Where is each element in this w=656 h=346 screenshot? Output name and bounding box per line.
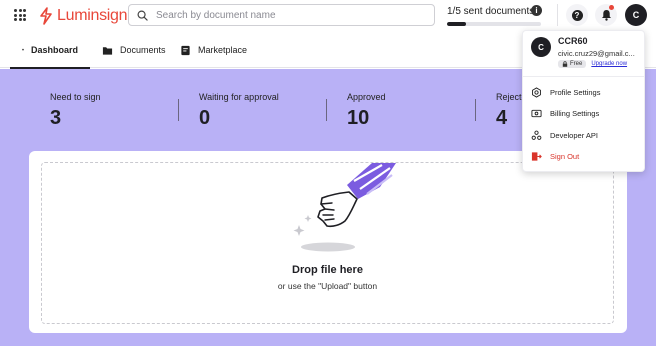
toolbar-divider: [557, 4, 558, 26]
stat-value: 0: [199, 107, 211, 129]
menu-item-label: Sign Out: [550, 151, 580, 161]
dropzone-title: Drop file here: [292, 264, 363, 276]
menu-item-profile-settings[interactable]: Profile Settings: [531, 83, 641, 101]
info-icon[interactable]: i: [531, 5, 542, 16]
upload-card: Drop file here or use the "Upload" butto…: [29, 151, 627, 333]
notification-dot: [609, 5, 614, 10]
menu-divider: [523, 76, 644, 77]
stat-waiting-for-approval[interactable]: Waiting for approval 0: [199, 92, 279, 130]
brand-name: Luminsign: [57, 7, 128, 24]
stat-divider: [475, 99, 476, 121]
menu-item-developer-api[interactable]: Developer API: [531, 126, 641, 144]
drop-file-illustration-icon: [293, 163, 396, 252]
folder-icon: [102, 46, 113, 55]
search-box[interactable]: [128, 4, 435, 26]
brand-logo[interactable]: Luminsign: [38, 6, 128, 26]
api-icon: [531, 130, 542, 140]
stat-value: 3: [50, 107, 62, 129]
search-input[interactable]: [156, 9, 416, 21]
billing-icon: [531, 109, 542, 117]
apps-grid-icon[interactable]: [14, 9, 26, 21]
tab-documents[interactable]: Documents: [90, 32, 178, 68]
tab-label: Marketplace: [198, 45, 248, 55]
help-button[interactable]: ?: [566, 4, 588, 26]
plan-label: Free: [570, 61, 583, 67]
bell-icon: [601, 10, 611, 21]
lock-icon: [562, 61, 568, 67]
upgrade-link[interactable]: Upgrade now: [591, 61, 627, 67]
plan-row: Free Upgrade now: [558, 60, 627, 68]
stat-divider: [326, 99, 327, 121]
menu-avatar: C: [531, 37, 551, 57]
tab-label: Dashboard: [30, 44, 78, 55]
stat-label: Approved: [347, 92, 386, 102]
menu-item-billing-settings[interactable]: Billing Settings: [531, 104, 641, 122]
sent-documents-progress: [447, 22, 541, 26]
luminsign-logo-icon: [40, 7, 52, 25]
marketplace-icon: [181, 45, 190, 55]
stat-label: Waiting for approval: [199, 92, 279, 102]
menu-user-name: CCR60: [558, 36, 588, 46]
stat-divider: [178, 99, 179, 121]
top-bar: Luminsign 1/5 sent documents i ? C: [0, 0, 656, 32]
stat-value: 10: [347, 107, 370, 129]
dropzone-subtitle: or use the "Upload" button: [277, 281, 378, 291]
menu-user-email: civic.cruz29@gmail.c...: [558, 49, 635, 58]
menu-item-label: Profile Settings: [550, 87, 601, 97]
user-dropdown-menu: C CCR60 civic.cruz29@gmail.c... Free Upg…: [522, 30, 645, 172]
file-dropzone[interactable]: Drop file here or use the "Upload" butto…: [41, 162, 614, 324]
menu-item-label: Developer API: [550, 130, 598, 140]
plan-badge: Free: [558, 60, 587, 68]
user-avatar-button[interactable]: C: [625, 4, 647, 26]
tab-dashboard[interactable]: Dashboard: [10, 32, 90, 69]
search-icon: [137, 10, 148, 21]
tab-marketplace[interactable]: Marketplace: [168, 32, 259, 68]
stat-need-to-sign[interactable]: Need to sign 3: [50, 92, 101, 130]
help-icon: ?: [571, 9, 583, 21]
stat-approved[interactable]: Approved 10: [347, 92, 386, 130]
settings-icon: [532, 86, 541, 98]
stat-label: Need to sign: [50, 92, 101, 102]
sign-out-icon: [531, 151, 542, 161]
menu-item-label: Billing Settings: [550, 108, 600, 118]
menu-item-sign-out[interactable]: Sign Out: [531, 147, 641, 165]
home-icon: [22, 48, 24, 51]
tab-label: Documents: [120, 45, 166, 55]
notifications-button[interactable]: [595, 4, 617, 26]
